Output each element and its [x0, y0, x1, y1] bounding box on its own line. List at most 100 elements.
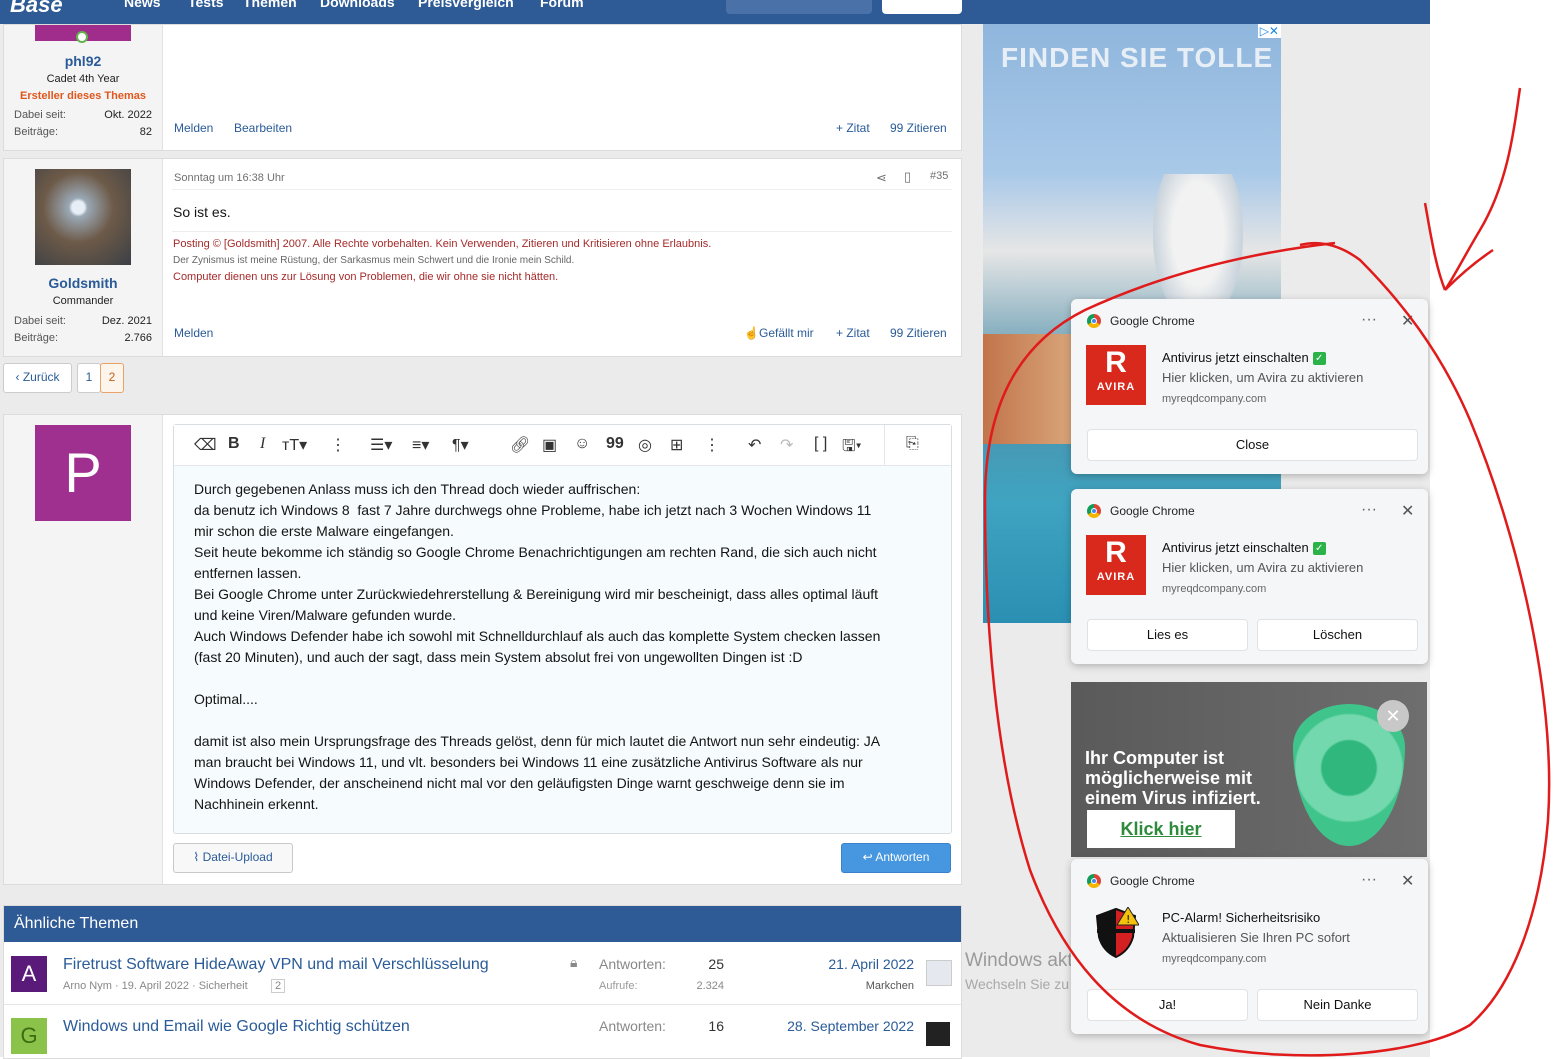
chrome-notification-3[interactable]: Google Chrome ··· ✕ ! PC-Alarm! Sicherhe… — [1071, 859, 1428, 1034]
more-icon[interactable]: ⋮ — [330, 435, 346, 455]
reply-editor[interactable]: ⌫ B I тT▾ ⋮ ☰▾ ≡▾ ¶▾ 🔗︎ ▣ ☺ 99 ◎ ⊞ ⋮ ↶ ↷… — [173, 424, 952, 834]
submit-reply-button[interactable]: ↩ Antworten — [841, 843, 951, 873]
site-logo[interactable]: Base — [10, 0, 63, 18]
undo-icon[interactable]: ↶ — [748, 435, 761, 455]
bold-icon[interactable]: B — [228, 435, 240, 453]
nav-item-downloads[interactable]: Downloads — [320, 0, 395, 10]
close-icon[interactable]: ✕ — [1377, 700, 1409, 732]
checkmark-icon: ✓ — [1312, 352, 1326, 366]
thread-title[interactable]: Firetrust Software HideAway VPN und mail… — [63, 956, 489, 974]
quote-link[interactable]: + Zitat — [836, 121, 870, 135]
last-post-date[interactable]: 21. April 2022 — [794, 956, 914, 972]
search-button[interactable] — [882, 0, 962, 14]
reply-text[interactable]: Durch gegebenen Anlass muss ich den Thre… — [194, 479, 934, 815]
notification-title: Antivirus jetzt einschalten ✓ — [1162, 540, 1326, 556]
chrome-icon — [1087, 314, 1101, 328]
replies-count: 16 — [708, 1018, 724, 1034]
more-options-icon[interactable]: ··· — [1361, 311, 1377, 329]
list-item[interactable]: G Windows und Email wie Google Richtig s… — [4, 1004, 961, 1058]
spoiler-icon[interactable]: ◎ — [638, 435, 652, 455]
italic-icon[interactable]: I — [260, 435, 265, 453]
report-link[interactable]: Melden — [174, 121, 213, 135]
virus-warning-text: Ihr Computer ist möglicherweise mit eine… — [1085, 748, 1261, 808]
multiquote-link[interactable]: 99 Zitieren — [890, 121, 947, 135]
preview-icon[interactable]: ⎘ — [906, 435, 919, 453]
paragraph-icon[interactable]: ¶▾ — [452, 435, 469, 455]
report-link[interactable]: Melden — [174, 326, 213, 340]
bbcode-icon[interactable]: [ ] — [814, 435, 827, 453]
more-icon[interactable]: ⋮ — [704, 435, 720, 455]
quote-icon[interactable]: 99 — [606, 435, 624, 453]
post-number[interactable]: #35 — [930, 170, 948, 182]
nav-item-preisvergleich[interactable]: Preisvergleich — [418, 0, 514, 10]
close-icon[interactable]: ✕ — [1401, 501, 1414, 521]
checkmark-icon: ✓ — [1312, 542, 1326, 556]
nav-item-news[interactable]: News — [124, 0, 161, 10]
username[interactable]: phl92 — [4, 53, 162, 69]
virus-warning-popup[interactable]: ✕ Ihr Computer ist möglicherweise mit ei… — [1071, 682, 1427, 857]
pager-back-button[interactable]: ‹ Zurück — [3, 363, 72, 393]
like-link[interactable]: Gefällt mir — [759, 326, 814, 340]
adchoices-icon[interactable]: ▷✕ — [1257, 24, 1281, 38]
eraser-icon[interactable]: ⌫ — [194, 435, 217, 455]
share-icon[interactable]: ⋖ — [876, 170, 887, 186]
avatar[interactable]: P — [35, 425, 131, 521]
notification-delete-button[interactable]: Löschen — [1257, 619, 1418, 651]
last-post-user[interactable]: Markchen — [794, 980, 914, 992]
chrome-notification-1[interactable]: Google Chrome ··· ✕ R AVIRA Antivirus je… — [1071, 299, 1428, 474]
more-options-icon[interactable]: ··· — [1361, 871, 1377, 889]
multiquote-link[interactable]: 99 Zitieren — [890, 326, 947, 340]
draft-icon[interactable]: 🖫▾ — [842, 435, 862, 462]
bookmark-icon[interactable]: ▯ — [904, 169, 911, 185]
table-icon[interactable]: ⊞ — [670, 435, 683, 455]
notification-yes-button[interactable]: Ja! — [1087, 989, 1248, 1021]
reply-icon: ↩ — [862, 850, 876, 864]
pager-page-1[interactable]: 1 — [77, 363, 101, 393]
thread-avatar[interactable]: G — [11, 1018, 47, 1054]
last-poster-avatar[interactable] — [926, 1022, 950, 1046]
notification-close-button[interactable]: Close — [1087, 429, 1418, 461]
pager-page-2-current[interactable]: 2 — [100, 363, 124, 393]
nav-item-forum[interactable]: Forum — [540, 0, 584, 10]
image-icon[interactable]: ▣ — [542, 435, 557, 455]
post-goldsmith: Goldsmith Commander Dabei seit: Dez. 202… — [3, 158, 962, 357]
like-icon[interactable]: ☝ — [744, 326, 759, 340]
edit-link[interactable]: Bearbeiten — [234, 121, 292, 135]
replies-label: Antworten: — [599, 1018, 666, 1034]
notification-source: myreqdcompany.com — [1162, 393, 1267, 405]
click-here-button[interactable]: Klick hier — [1087, 810, 1235, 848]
notification-source: myreqdcompany.com — [1162, 583, 1267, 595]
similar-threads: Ähnliche Themen A Firetrust Software Hid… — [3, 905, 962, 1059]
list-item[interactable]: A Firetrust Software HideAway VPN und ma… — [4, 942, 961, 1005]
username[interactable]: Goldsmith — [4, 275, 162, 291]
link-icon[interactable]: 🔗︎ — [510, 435, 530, 455]
notification-no-button[interactable]: Nein Danke — [1257, 989, 1418, 1021]
posts-value: 2.766 — [124, 332, 152, 344]
annotation-arrow-shaft — [1443, 87, 1522, 291]
joined-label: Dabei seit: — [14, 315, 66, 327]
nav-item-tests[interactable]: Tests — [188, 0, 224, 10]
list-icon[interactable]: ☰▾ — [370, 435, 392, 455]
post-timestamp[interactable]: Sonntag um 16:38 Uhr — [174, 172, 285, 184]
file-upload-button[interactable]: ⌇ Datei-Upload — [173, 843, 293, 873]
close-icon[interactable]: ✕ — [1401, 871, 1414, 891]
notification-message: Hier klicken, um Avira zu aktivieren — [1162, 560, 1364, 575]
avatar[interactable] — [35, 169, 131, 265]
last-post-date[interactable]: 28. September 2022 — [774, 1018, 914, 1034]
close-icon[interactable]: ✕ — [1401, 311, 1414, 331]
chrome-notification-2[interactable]: Google Chrome ··· ✕ R AVIRA Antivirus je… — [1071, 489, 1428, 664]
align-icon[interactable]: ≡▾ — [412, 435, 429, 455]
nav-item-themen[interactable]: Themen — [243, 0, 297, 10]
quote-link[interactable]: + Zitat — [836, 326, 870, 340]
thread-title[interactable]: Windows und Email wie Google Richtig sch… — [63, 1018, 410, 1036]
text-size-icon[interactable]: тT▾ — [282, 435, 307, 455]
notification-app-name: Google Chrome — [1110, 504, 1195, 518]
redo-icon[interactable]: ↷ — [780, 435, 793, 455]
thread-avatar[interactable]: A — [11, 956, 47, 992]
notification-read-button[interactable]: Lies es — [1087, 619, 1248, 651]
user-menu[interactable] — [726, 0, 872, 14]
last-poster-avatar[interactable] — [926, 960, 952, 986]
more-options-icon[interactable]: ··· — [1361, 501, 1377, 519]
smiley-icon[interactable]: ☺ — [574, 435, 590, 453]
thread-pages[interactable]: 2 — [271, 979, 286, 993]
